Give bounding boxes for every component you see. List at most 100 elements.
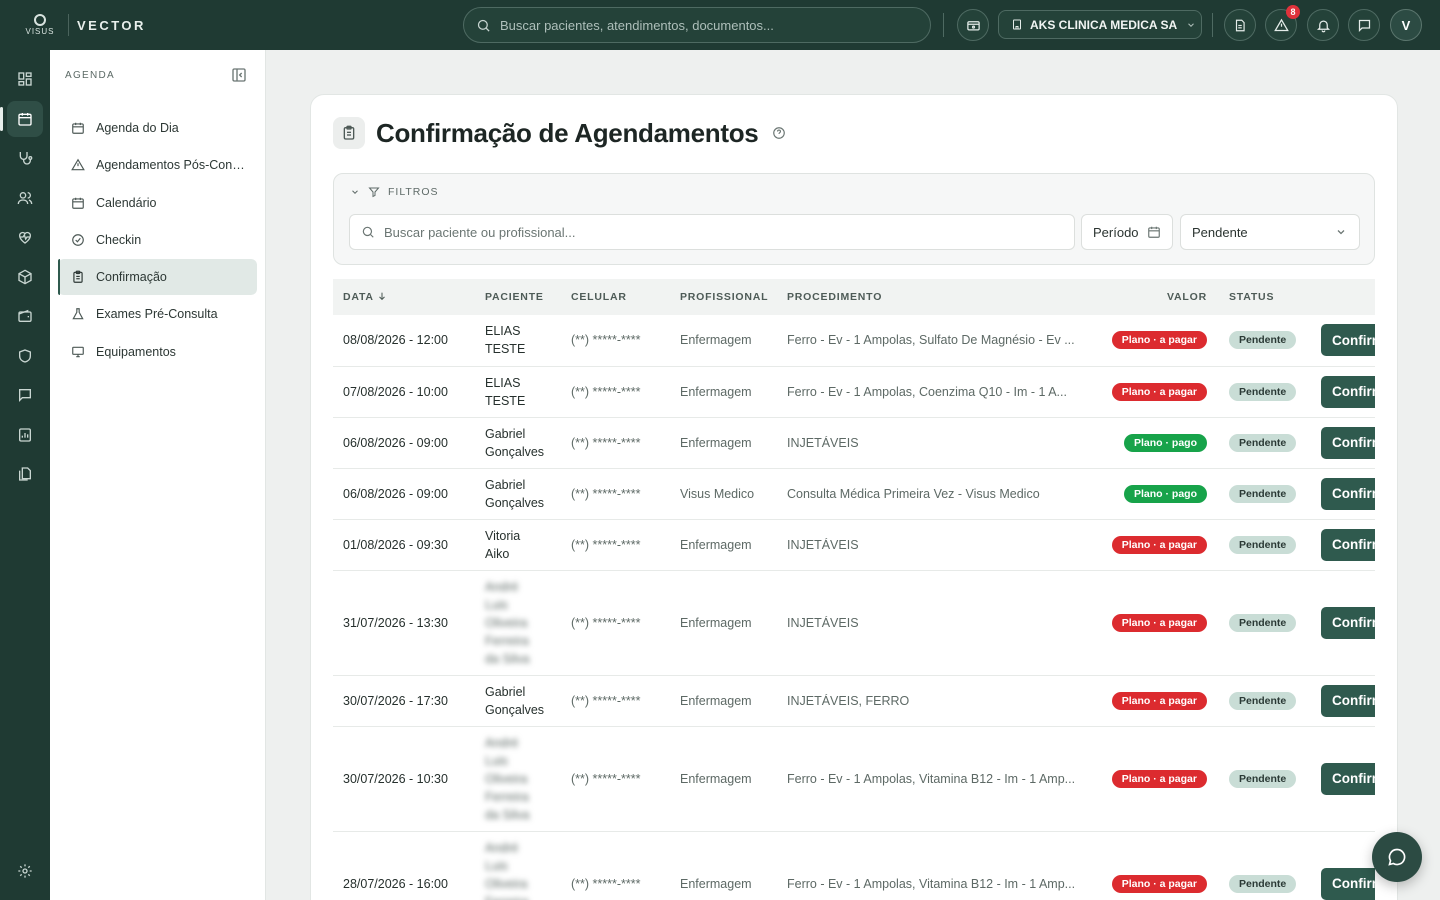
cell-paciente[interactable]: Gabriel Gonçalves [475,675,561,727]
appointments-table-wrapper[interactable]: DATA PACIENTE CELULAR PROFISSIONAL PROCE… [333,279,1375,900]
sidebar-item-calendario[interactable]: Calendário [58,185,257,221]
confirm-button[interactable]: Confirmar [1321,426,1375,459]
cell-valor: Plano · a pagar [1095,366,1219,418]
search-icon [477,19,490,32]
rail-patients[interactable] [7,180,43,216]
table-row[interactable]: 08/08/2026 - 12:00 ELIAS TESTE (**) *****… [333,315,1375,367]
cell-paciente[interactable]: Gabriel Gonçalves [475,417,561,469]
patient-name-line: Gonçalves [485,702,545,717]
patient-search[interactable] [349,214,1075,250]
document-icon [1235,19,1245,31]
cell-status: Pendente [1219,570,1311,676]
cell-paciente[interactable]: AndréLuisOliveiraFerreirada Silva [475,726,561,832]
confirm-button[interactable]: Confirmar [1321,477,1375,510]
patient-name-line: Aiko [485,546,510,561]
cell-valor: Plano · a pagar [1095,831,1219,900]
sidebar-item-agenda-do-dia[interactable]: Agenda do Dia [58,110,257,146]
filter-icon [368,187,380,198]
table-row[interactable]: 30/07/2026 - 10:30 André Luis Oliveira Ferr… [333,726,1375,832]
rail-stock[interactable] [7,259,43,295]
patient-name-line: Gabriel [485,684,526,699]
messages-button[interactable] [1348,9,1380,41]
cell-data: 28/07/2026 - 16:00 [333,831,475,900]
wallet-button[interactable] [957,9,989,41]
arrow-down-icon [379,292,386,301]
confirm-button[interactable]: Confirmar [1321,375,1375,408]
patient-name-line: Vitoria [485,528,521,543]
rail-reports[interactable] [7,417,43,453]
filters-toggle[interactable]: FILTROS [350,186,439,198]
user-avatar[interactable]: V [1390,9,1422,41]
rail-health[interactable] [7,219,43,255]
period-filter-button[interactable]: Período [1081,214,1173,250]
notifications-button[interactable] [1307,9,1339,41]
cell-paciente[interactable]: ELIAS TESTE [475,315,561,367]
patient-search-input[interactable] [384,224,1064,240]
cell-celular: (**) *****-**** [561,315,670,367]
documents-button[interactable] [1224,9,1256,41]
building-icon [1013,19,1021,30]
cell-profissional: Enfermagem [670,417,777,469]
sidebar-item-confirmacao[interactable]: Confirmação [58,259,257,296]
confirm-button[interactable]: Confirmar [1321,324,1375,357]
rail-messages[interactable] [7,377,43,413]
cell-celular: (**) *****-**** [561,831,670,900]
rail-dashboard[interactable] [7,61,43,97]
clipboard-icon [333,117,365,149]
cell-status: Pendente [1219,726,1311,832]
chat-icon [1358,19,1370,32]
global-search-input[interactable] [500,17,900,33]
chevron-down-icon [352,190,358,194]
chevron-down-icon [1188,22,1194,27]
table-row[interactable]: 30/07/2026 - 17:30 Gabriel Gonçalves (**)… [333,675,1375,727]
cell-paciente[interactable]: AndréLuisOliveiraFerreirada Silva [475,831,561,900]
cell-actions: Confirmar [1311,831,1375,900]
rail-finance[interactable] [7,298,43,334]
message-icon [19,389,31,402]
clinic-selector[interactable]: AKS CLINICA MEDICA SA [998,10,1202,39]
collapse-sidebar-icon[interactable] [231,67,247,83]
chat-fab-button[interactable] [1372,832,1422,882]
cell-valor: Plano · a pagar [1095,726,1219,832]
table-row[interactable]: 01/08/2026 - 09:30 Vitoria Aiko (**) ****… [333,519,1375,571]
cell-paciente[interactable]: Vitoria Aiko [475,519,561,571]
sidebar-item-equipamentos[interactable]: Equipamentos [58,334,257,370]
box-icon [18,269,32,285]
global-search[interactable] [463,7,931,43]
table-row[interactable]: 31/07/2026 - 13:30 André Luis Oliveira Ferr… [333,570,1375,676]
sidebar-item-pos-consulta[interactable]: Agendamentos Pós-Consulta [58,147,257,183]
table-row[interactable]: 06/08/2026 - 09:00 Gabriel Gonçalves (**)… [333,417,1375,469]
appointments-table: DATA PACIENTE CELULAR PROFISSIONAL PROCE… [333,279,1375,900]
rail-files[interactable] [7,456,43,492]
table-row[interactable]: 07/08/2026 - 10:00 ELIAS TESTE (**) *****… [333,366,1375,418]
table-row[interactable]: 06/08/2026 - 09:00 Gabriel Gonçalves (**)… [333,468,1375,520]
rail-agenda[interactable] [0,101,43,137]
sidebar-item-label: Checkin [96,232,142,247]
column-header-data[interactable]: DATA [333,279,475,315]
confirm-button[interactable]: Confirmar [1321,606,1375,639]
rail-settings[interactable] [7,853,43,889]
visus-logo: VISUS [24,14,56,36]
brand[interactable]: VISUS VECTOR [0,0,160,50]
confirm-button[interactable]: Confirmar [1321,867,1375,900]
patient-name-line: TESTE [485,342,526,357]
cell-paciente[interactable]: Gabriel Gonçalves [475,468,561,520]
confirm-button[interactable]: Confirmar [1321,528,1375,561]
confirm-button[interactable]: Confirmar [1321,684,1375,717]
sidebar-item-label: Agenda do Dia [96,121,179,135]
status-filter-select[interactable]: Pendente [1180,214,1360,250]
sidebar-item-checkin[interactable]: Checkin [58,222,257,258]
sidebar-item-exames[interactable]: Exames Pré-Consulta [58,296,257,332]
rail-security[interactable] [7,338,43,374]
cell-paciente[interactable]: AndréLuisOliveiraFerreirada Silva [475,570,561,676]
table-row[interactable]: 28/07/2026 - 16:00 André Luis Oliveira Ferr… [333,831,1375,900]
help-icon[interactable] [772,126,786,140]
alerts-button[interactable]: 8 [1265,5,1300,41]
cell-paciente[interactable]: ELIAS TESTE [475,366,561,418]
rail-clinical[interactable] [7,140,43,176]
cell-celular: (**) *****-**** [561,519,670,571]
cell-status: Pendente [1219,366,1311,418]
calendar-icon [70,195,86,211]
cell-actions: Confirmar [1311,519,1375,571]
confirm-button[interactable]: Confirmar [1321,762,1375,795]
